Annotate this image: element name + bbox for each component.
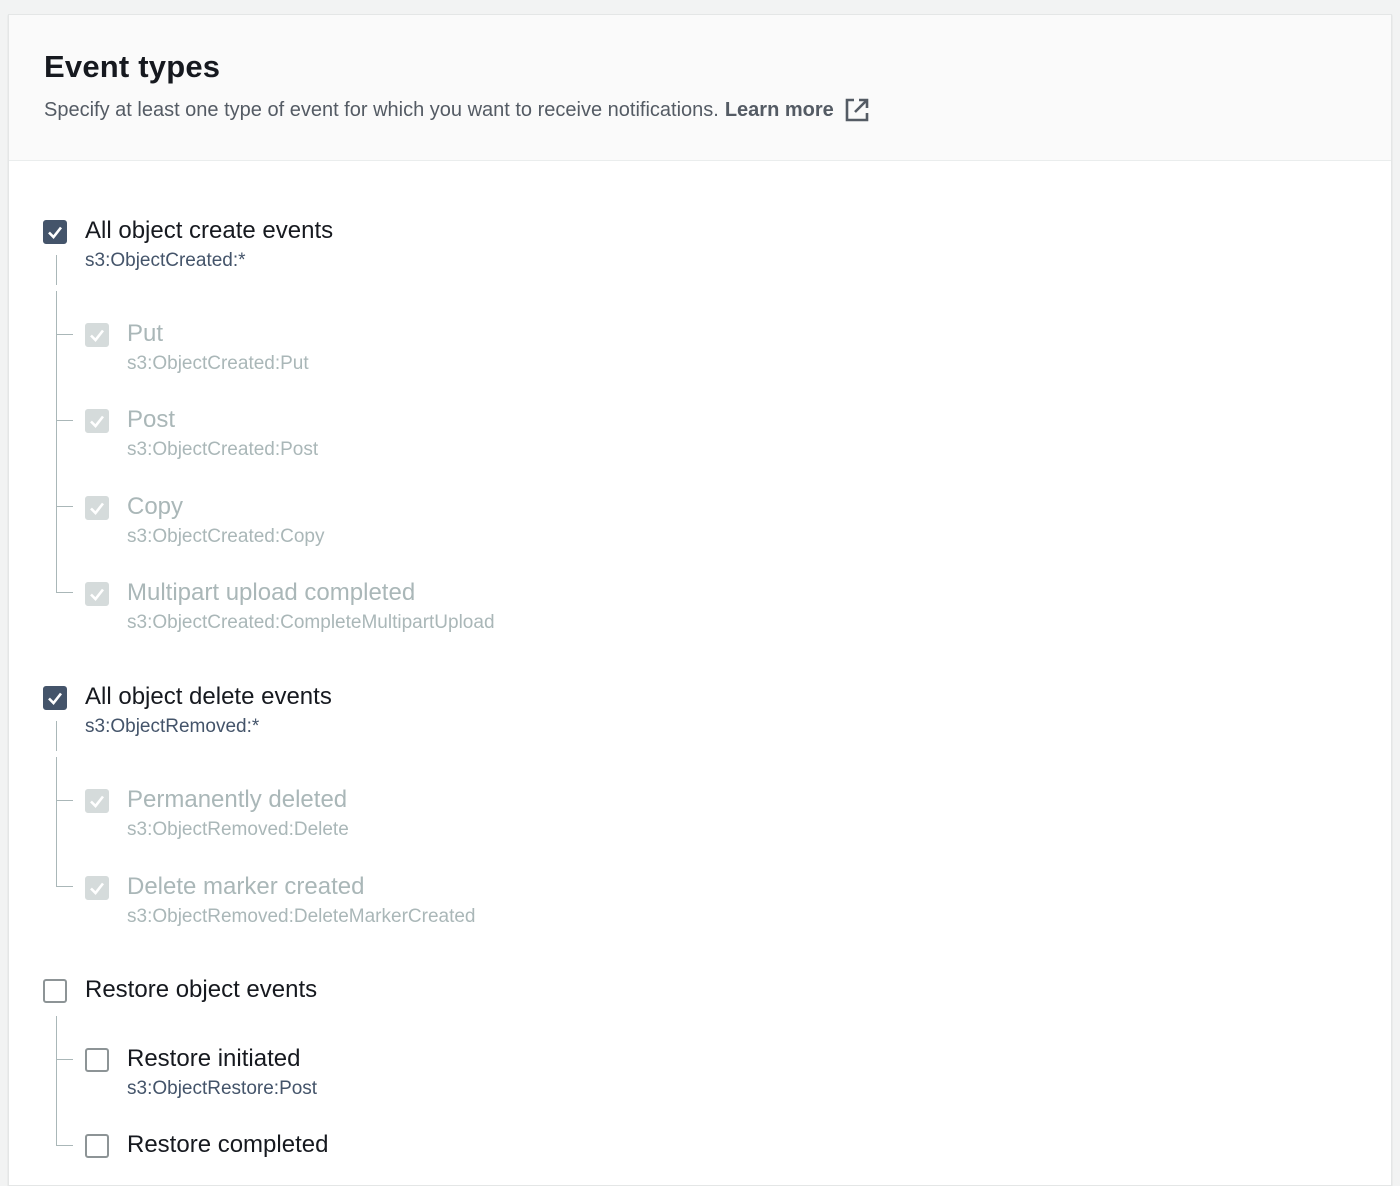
- checkbox-label: Restore completed: [127, 1131, 329, 1158]
- checkbox-delete-marker-created[interactable]: Delete marker created s3:ObjectRemoved:D…: [85, 872, 476, 932]
- tree-line: [56, 1016, 57, 1146]
- checkbox-checked-icon[interactable]: [85, 876, 109, 900]
- panel-description: Specify at least one type of event for w…: [44, 97, 870, 123]
- checkbox-label: Restore initiated: [127, 1045, 301, 1072]
- tree-line: [56, 291, 57, 593]
- checkbox-label: Delete marker created: [127, 873, 365, 900]
- tree-branch: [57, 800, 73, 801]
- panel-header: Event types Specify at least one type of…: [9, 15, 1391, 161]
- page-title: Event types: [44, 49, 221, 84]
- event-name: s3:ObjectCreated:Post: [127, 439, 319, 460]
- checkbox-label: Multipart upload completed: [127, 579, 416, 606]
- checkbox-checked-icon[interactable]: [85, 582, 109, 606]
- checkbox-restore-completed[interactable]: Restore completed: [85, 1130, 328, 1160]
- event-name: s3:ObjectRemoved:*: [85, 716, 260, 737]
- checkbox-label: All object delete events: [85, 683, 332, 710]
- checkbox-checked-icon[interactable]: [85, 789, 109, 813]
- checkbox-permanently-deleted[interactable]: Permanently deleted s3:ObjectRemoved:Del…: [85, 785, 349, 845]
- event-name: s3:ObjectCreated:Put: [127, 353, 309, 374]
- tree-branch: [57, 592, 73, 593]
- checkbox-label: All object create events: [85, 217, 334, 244]
- checkbox-checked-icon[interactable]: [85, 496, 109, 520]
- event-types-panel: Event types Specify at least one type of…: [8, 14, 1392, 1186]
- checkbox-post[interactable]: Post s3:ObjectCreated:Post: [85, 405, 318, 465]
- checkbox-restore-object[interactable]: Restore object events: [43, 975, 317, 1005]
- tree-branch: [57, 886, 73, 887]
- checkbox-unchecked-icon[interactable]: [85, 1134, 109, 1158]
- checkbox-checked-icon[interactable]: [43, 220, 67, 244]
- event-name: s3:ObjectCreated:CompleteMultipartUpload: [127, 612, 495, 633]
- tree-branch: [57, 1059, 73, 1060]
- checkbox-label: Permanently deleted: [127, 786, 348, 813]
- tree-branch: [57, 334, 73, 335]
- checkbox-all-object-delete[interactable]: All object delete events s3:ObjectRemove…: [43, 682, 332, 742]
- checkbox-label: Post: [127, 406, 176, 433]
- tree-branch: [57, 420, 73, 421]
- checkbox-checked-icon[interactable]: [85, 409, 109, 433]
- checkbox-all-object-create[interactable]: All object create events s3:ObjectCreate…: [43, 216, 333, 276]
- event-name: s3:ObjectRemoved:Delete: [127, 819, 349, 840]
- event-name: s3:ObjectCreated:*: [85, 250, 246, 271]
- checkbox-label: Copy: [127, 493, 184, 520]
- tree-branch: [57, 506, 73, 507]
- checkbox-unchecked-icon[interactable]: [85, 1048, 109, 1072]
- checkbox-multipart-upload[interactable]: Multipart upload completed s3:ObjectCrea…: [85, 578, 495, 638]
- checkbox-checked-icon[interactable]: [85, 323, 109, 347]
- checkbox-put[interactable]: Put s3:ObjectCreated:Put: [85, 319, 309, 379]
- learn-more-link[interactable]: Learn more: [725, 99, 834, 122]
- tree-branch: [57, 1145, 73, 1146]
- checkbox-checked-icon[interactable]: [43, 686, 67, 710]
- checkbox-label: Restore object events: [85, 976, 318, 1003]
- event-name: s3:ObjectCreated:Copy: [127, 526, 325, 547]
- external-link-icon[interactable]: [844, 97, 870, 123]
- checkbox-label: Put: [127, 320, 164, 347]
- tree-line: [56, 757, 57, 887]
- checkbox-unchecked-icon[interactable]: [43, 979, 67, 1003]
- checkbox-restore-initiated[interactable]: Restore initiated s3:ObjectRestore:Post: [85, 1044, 317, 1104]
- event-name: s3:ObjectRemoved:DeleteMarkerCreated: [127, 906, 476, 927]
- checkbox-copy[interactable]: Copy s3:ObjectCreated:Copy: [85, 492, 325, 552]
- event-name: s3:ObjectRestore:Post: [127, 1078, 318, 1099]
- description-text: Specify at least one type of event for w…: [44, 98, 719, 121]
